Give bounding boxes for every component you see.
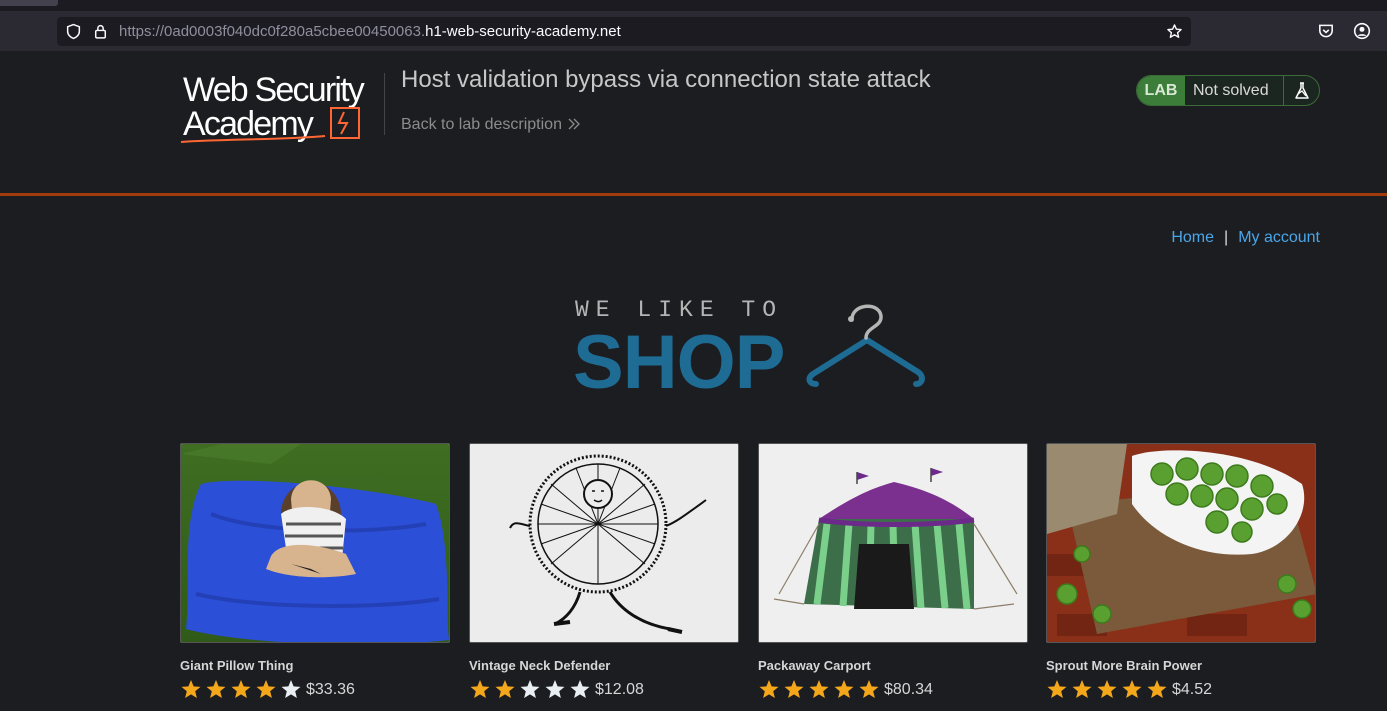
- lab-badge-label: LAB: [1137, 76, 1185, 105]
- star-filled-icon: [231, 680, 251, 698]
- nav-separator: |: [1224, 229, 1229, 246]
- address-bar[interactable]: https://0ad0003f040dc0f280a5cbee00450063…: [57, 17, 1191, 46]
- browser-tab[interactable]: [0, 0, 58, 6]
- rating-stars: [180, 679, 305, 701]
- nav-home-link[interactable]: Home: [1171, 229, 1214, 246]
- star-filled-icon: [784, 680, 804, 698]
- rating-stars: [1046, 679, 1171, 701]
- account-icon[interactable]: [1353, 22, 1371, 40]
- star-empty-icon: [520, 680, 540, 698]
- lab-status-beaker: [1284, 76, 1319, 105]
- url-text[interactable]: https://0ad0003f040dc0f280a5cbee00450063…: [119, 23, 621, 40]
- star-filled-icon: [809, 680, 829, 698]
- product-name[interactable]: Packaway Carport: [758, 658, 1028, 673]
- lab-status-text: Not solved: [1185, 76, 1284, 105]
- product-card[interactable]: Giant Pillow Thing $33.36: [180, 443, 450, 701]
- star-filled-icon: [1097, 680, 1117, 698]
- browser-toolbar: https://0ad0003f040dc0f280a5cbee00450063…: [0, 11, 1387, 51]
- star-filled-icon: [495, 680, 515, 698]
- star-filled-icon: [1047, 680, 1067, 698]
- product-price: $80.34: [884, 681, 933, 698]
- browser-tab-strip: [0, 0, 1387, 11]
- pocket-icon[interactable]: [1317, 22, 1335, 40]
- star-empty-icon: [570, 680, 590, 698]
- logo-divider: [384, 73, 385, 135]
- product-price: $4.52: [1172, 681, 1213, 698]
- shield-icon[interactable]: [65, 23, 82, 40]
- star-filled-icon: [181, 680, 201, 698]
- product-image-giant-pillow[interactable]: [180, 443, 450, 643]
- web-security-academy-logo[interactable]: Web Security Academy: [181, 72, 381, 146]
- star-filled-icon: [1072, 680, 1092, 698]
- product-card[interactable]: Sprout More Brain Power $4.52: [1046, 443, 1316, 701]
- product-image-packaway-carport[interactable]: [758, 443, 1028, 643]
- hanger-icon: [806, 337, 925, 387]
- product-rating: $80.34: [758, 679, 1028, 701]
- url-prefix: https://0ad0003f040dc0f280a5cbee00450063…: [119, 23, 426, 40]
- star-empty-icon: [545, 680, 565, 698]
- star-filled-icon: [1147, 680, 1167, 698]
- double-chevron-right-icon: [568, 118, 580, 130]
- beaker-icon: [1294, 81, 1309, 99]
- bookmark-star-icon[interactable]: [1166, 23, 1183, 40]
- product-name[interactable]: Vintage Neck Defender: [469, 658, 739, 673]
- rating-stars: [469, 679, 594, 701]
- product-name[interactable]: Sprout More Brain Power: [1046, 658, 1316, 673]
- product-card[interactable]: Packaway Carport $80.34: [758, 443, 1028, 701]
- back-to-lab-description-link[interactable]: Back to lab description: [401, 116, 580, 134]
- we-like-to-shop-logo: WE LIKE TO SHOP: [573, 297, 925, 391]
- product-rating: $33.36: [180, 679, 450, 701]
- url-host: h1-web-security-academy.net: [425, 23, 621, 40]
- product-price: $33.36: [306, 681, 355, 698]
- product-image-vintage-neck-defender[interactable]: [469, 443, 739, 643]
- lab-header: Web Security Academy Host validation byp…: [0, 51, 1387, 194]
- lock-icon[interactable]: [92, 23, 109, 40]
- product-name[interactable]: Giant Pillow Thing: [180, 658, 450, 673]
- star-filled-icon: [759, 680, 779, 698]
- product-image-sprout-more-brain-power[interactable]: [1046, 443, 1316, 643]
- star-filled-icon: [470, 680, 490, 698]
- star-filled-icon: [834, 680, 854, 698]
- logo-line1: Web Security: [183, 72, 365, 109]
- star-empty-icon: [281, 680, 301, 698]
- header-divider: [0, 193, 1387, 196]
- star-filled-icon: [206, 680, 226, 698]
- product-rating: $4.52: [1046, 679, 1316, 701]
- star-filled-icon: [256, 680, 276, 698]
- lab-status-badge: LAB Not solved: [1136, 75, 1320, 106]
- star-filled-icon: [1122, 680, 1142, 698]
- product-card[interactable]: Vintage Neck Defender $12.08: [469, 443, 739, 701]
- lab-title: Host validation bypass via connection st…: [401, 66, 931, 93]
- back-link-label: Back to lab description: [401, 116, 562, 133]
- product-rating: $12.08: [469, 679, 739, 701]
- nav-my-account-link[interactable]: My account: [1238, 229, 1320, 246]
- star-filled-icon: [859, 680, 879, 698]
- rating-stars: [758, 679, 883, 701]
- top-nav: Home | My account: [1171, 229, 1320, 247]
- product-price: $12.08: [595, 681, 644, 698]
- shop-logo-line2: SHOP: [573, 320, 784, 391]
